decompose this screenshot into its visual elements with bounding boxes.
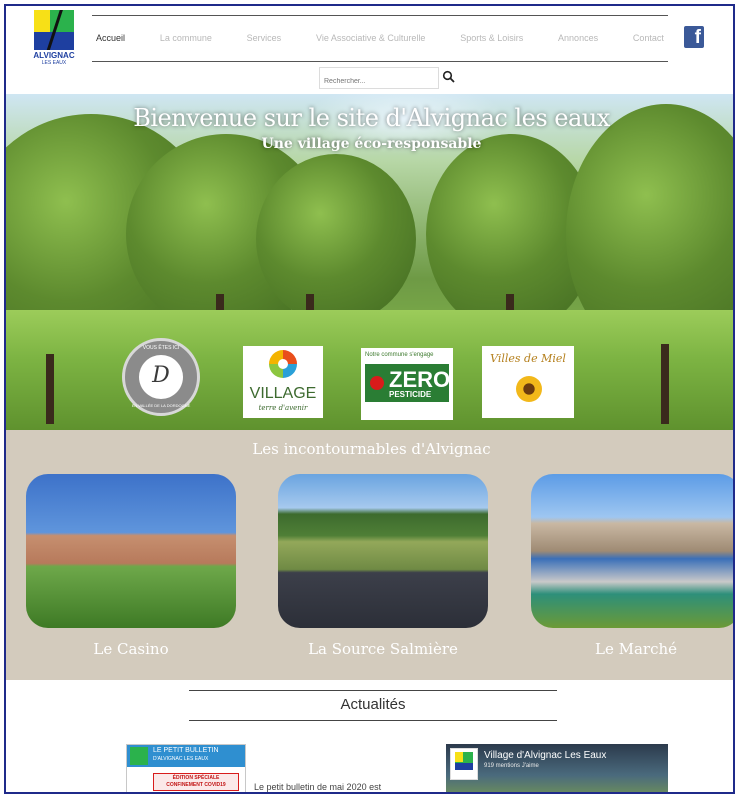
hero-title: Bienvenue sur le site d'Alvignac les eau…	[133, 104, 610, 132]
badge-dordogne-ring-top: VOUS ÊTES ICI	[142, 345, 180, 351]
bulletin-text[interactable]: Le petit bulletin de mai 2020 est	[254, 782, 381, 792]
badge-villes-de-miel[interactable]: Villes de Miel	[482, 346, 574, 418]
nav-item-services[interactable]: Services	[247, 33, 282, 43]
badge-zero-pesticide[interactable]: Notre commune s'engage ZERO PESTICIDE	[361, 348, 453, 420]
facebook-icon[interactable]: f	[684, 26, 704, 48]
site-header: ALVIGNAC LES EAUX Accueil La commune Ser…	[6, 6, 733, 94]
badge-village-line1: VILLAGE	[249, 385, 317, 402]
bulletin-header-line1: LE PETIT BULLETIN	[153, 747, 219, 754]
nav-item-annonces[interactable]: Annonces	[558, 33, 598, 43]
badge-village-line2: terre d'avenir	[258, 404, 308, 412]
card-source-image[interactable]	[278, 474, 488, 628]
nav-item-accueil[interactable]: Accueil	[96, 33, 125, 43]
badge-zero-engage: Notre commune s'engage	[365, 352, 434, 358]
search-input[interactable]	[320, 71, 438, 92]
avatar[interactable]	[450, 748, 478, 780]
hero-banner: Bienvenue sur le site d'Alvignac les eau…	[6, 94, 733, 430]
search-icon[interactable]	[442, 70, 456, 84]
ladybug-icon	[370, 376, 384, 390]
card-source-label[interactable]: La Source Salmière	[278, 640, 488, 658]
nav-item-contact[interactable]: Contact	[633, 33, 664, 43]
nav-divider-top	[92, 15, 668, 16]
badge-dordogne[interactable]: VOUS ÊTES ICI D EN VALLÉE DE LA DORDOGNE	[122, 338, 200, 416]
hero-subtitle: Une village éco-responsable	[261, 136, 482, 152]
actualites-divider-top	[189, 690, 557, 691]
logo-mark	[34, 10, 74, 50]
actualites-title: Actualités	[340, 696, 406, 713]
card-marche-image[interactable]	[531, 474, 733, 628]
logo-name: ALVIGNAC	[33, 51, 75, 60]
badge-miel-text: Villes de Miel	[490, 352, 566, 365]
sunflower-icon	[516, 376, 542, 402]
site-logo[interactable]: ALVIGNAC LES EAUX	[30, 10, 78, 72]
page-frame: ALVIGNAC LES EAUX Accueil La commune Ser…	[4, 4, 735, 794]
badge-zero-pesticide-word: PESTICIDE	[389, 390, 432, 399]
card-casino-label[interactable]: Le Casino	[26, 640, 236, 658]
facebook-page-likes: 919 mentions J'aime	[484, 763, 539, 769]
actualites-divider-bottom	[189, 720, 557, 721]
search-box	[319, 67, 439, 92]
incontournables-title: Les incontournables d'Alvignac	[252, 440, 491, 458]
badge-village-terre-avenir[interactable]: VILLAGE terre d'avenir	[243, 346, 323, 418]
bulletin-thumbnail[interactable]: LE PETIT BULLETIN D'ALVIGNAC LES EAUX ÉD…	[126, 744, 246, 792]
badge-dordogne-ring-bottom: EN VALLÉE DE LA DORDOGNE	[131, 403, 191, 408]
badge-dordogne-letter: D	[152, 363, 170, 388]
nav-item-vie-associative[interactable]: Vie Associative & Culturelle	[316, 33, 425, 43]
bulletin-red-line2: CONFINEMENT COVID19	[166, 782, 226, 788]
nav-item-la-commune[interactable]: La commune	[160, 33, 212, 43]
bulletin-header-line2: D'ALVIGNAC LES EAUX	[153, 756, 209, 762]
facebook-page-widget[interactable]: Village d'Alvignac Les Eaux 919 mentions…	[446, 744, 668, 792]
nav-divider-bottom	[92, 61, 668, 62]
bulletin-red-line1: ÉDITION SPÉCIALE	[172, 775, 220, 781]
logo-sub: LES EAUX	[41, 60, 67, 66]
flower-icon	[269, 350, 297, 378]
incontournables-section: Les incontournables d'Alvignac Le Casino…	[6, 430, 733, 680]
card-marche-label[interactable]: Le Marché	[531, 640, 733, 658]
mini-logo-icon	[130, 747, 148, 765]
facebook-page-name[interactable]: Village d'Alvignac Les Eaux	[484, 750, 606, 761]
card-casino-image[interactable]	[26, 474, 236, 628]
nav-item-sports-loisirs[interactable]: Sports & Loisirs	[460, 33, 523, 43]
main-nav: Accueil La commune Services Vie Associat…	[92, 30, 668, 46]
